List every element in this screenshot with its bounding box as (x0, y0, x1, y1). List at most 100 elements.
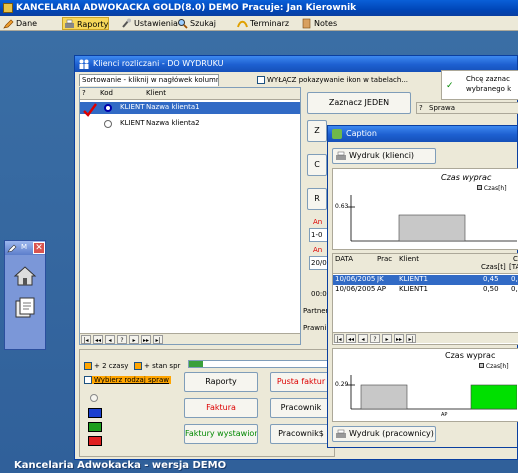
menu-raporty[interactable]: Raporty (62, 17, 110, 30)
nav-next-button[interactable]: ▸ (129, 335, 139, 344)
cell-klient: Nazwa klienta2 (146, 119, 200, 127)
option-stan-check[interactable] (134, 362, 142, 370)
zaznacz-jeden-button[interactable]: Zaznacz JEDEN (307, 92, 411, 114)
nav-nextpage-button[interactable]: ▸▸ (394, 334, 404, 343)
klienci-window-title: Klienci rozliczani - DO WYDRUKU (93, 59, 224, 68)
date-label-2: An (313, 246, 323, 254)
chart-2-xlabel: AP (441, 412, 448, 418)
table-navigator: |◂ ◂◂ ◂? ▸ ▸▸ ▸| (80, 333, 300, 344)
nav-help-button[interactable]: ? (370, 334, 380, 343)
faktura-button[interactable]: Faktura (184, 398, 258, 418)
nav-first-button[interactable]: |◂ (334, 334, 344, 343)
info-text-2: wybranego k (466, 85, 512, 93)
pencil-icon (7, 244, 17, 253)
nav-next-button[interactable]: ▸ (382, 334, 392, 343)
nav-last-button[interactable]: ▸| (406, 334, 416, 343)
magnifier-icon (178, 19, 188, 29)
nav-first-button[interactable]: |◂ (81, 335, 91, 344)
column-header-prac[interactable]: Prac (377, 254, 392, 265)
caption-app-icon (332, 129, 342, 139)
nav-prior-button[interactable]: ◂◂ (346, 334, 356, 343)
sprawa-label[interactable]: Sprawa (429, 103, 455, 114)
radio-option[interactable] (90, 394, 98, 402)
wybierz-spraw[interactable]: Wybierz rodzaj spraw (84, 376, 171, 384)
column-header-klient[interactable]: Klient (399, 254, 419, 265)
nav-prev-button[interactable]: ◂ (358, 334, 368, 343)
option-2-czasy[interactable]: + 2 czasy (84, 362, 128, 370)
home-icon[interactable] (13, 265, 37, 287)
wydruk-klienci-button[interactable]: Wydruk (klienci) (332, 148, 436, 164)
menu-ustawienia-label: Ustawienia (134, 19, 178, 28)
chart-2-legend: Czas[h] (479, 363, 509, 370)
menu-terminarz[interactable]: Terminarz (236, 17, 289, 30)
column-header-data[interactable]: DATA (335, 254, 353, 265)
table-row[interactable]: 10/06/2005 AP KLIENT1 0,50 0, (333, 285, 518, 295)
faktury-wystawione-button[interactable]: Faktury wystawione (184, 424, 258, 444)
date-field-1[interactable]: 1-0 (309, 228, 329, 242)
nav-prev-button[interactable]: ◂ (105, 335, 115, 344)
mini-panel: M ✕ (4, 240, 46, 350)
tab-sortowanie-label: Sortowanie - kliknij w nagłówek kolumny (82, 76, 219, 84)
nav-prior-button[interactable]: ◂◂ (93, 335, 103, 344)
blue-status-icon[interactable] (88, 408, 102, 418)
table-row[interactable]: KLIENT Nazwa klienta2 (80, 118, 300, 130)
info-box: ✓ Chcę zaznac wybranego k (441, 70, 518, 100)
faktura-label: Faktura (206, 403, 236, 412)
menu-notes-label: Notes (314, 19, 338, 28)
nav-help-button[interactable]: ? (117, 335, 127, 344)
nav-last-button[interactable]: ▸| (153, 335, 163, 344)
disable-icons-check[interactable] (257, 76, 265, 84)
c-button[interactable]: C (307, 154, 327, 176)
pracownik-label: Pracownik (280, 403, 322, 412)
zaznacz-button[interactable]: Z (307, 120, 327, 142)
pracownik-button[interactable]: Pracownik (270, 398, 332, 418)
raporty-button[interactable]: Raporty (184, 372, 258, 392)
app-title: KANCELARIA ADWOKACKA GOLD(8.0) DEMO Prac… (16, 3, 357, 13)
progress-bar (188, 360, 334, 368)
wydruk-pracownicy-button[interactable]: Wydruk (pracownicy) (332, 426, 436, 442)
close-button[interactable]: ✕ (33, 242, 45, 254)
chart-1-legend: Czas[h] (477, 185, 507, 192)
pusta-faktura-button[interactable]: Pusta faktur (270, 372, 332, 392)
menu-szukaj[interactable]: Szukaj (176, 17, 216, 30)
column-header-kod[interactable]: Kod (100, 88, 113, 99)
chart-2-title: Czas wyprac (445, 351, 496, 360)
red-status-icon[interactable] (88, 436, 102, 446)
c-button-label: C (314, 160, 320, 169)
chart-1: Czas wyprac Czas[h] 0.63 (332, 168, 518, 250)
date-field-2-value: 20/0 (311, 259, 327, 267)
notes-icon (302, 18, 311, 29)
menu-notes[interactable]: Notes (300, 17, 337, 30)
column-header-ta[interactable]: [TA] (509, 262, 518, 273)
app-titlebar: KANCELARIA ADWOKACKA GOLD(8.0) DEMO Prac… (0, 0, 518, 16)
r-button[interactable]: R (307, 188, 327, 210)
date-field-1-value: 1-0 (311, 231, 323, 239)
bottom-panel: + 2 czasy + stan spr Wybierz rodzaj spra… (79, 349, 335, 457)
option-stan[interactable]: + stan spr (134, 362, 180, 370)
documents-icon[interactable] (13, 297, 37, 319)
green-status-icon[interactable] (88, 422, 102, 432)
menu-ustawienia[interactable]: Ustawienia (120, 17, 178, 30)
sprawa-q: ? (419, 104, 423, 112)
menu-bar: Dane Raporty Ustawienia Szukaj Terminarz… (0, 16, 518, 31)
tab-sortowanie[interactable]: Sortowanie - kliknij w nagłówek kolumny (79, 74, 219, 86)
column-header-czas[interactable]: Czas[t] (481, 262, 506, 273)
chart-1-legend-label: Czas[h] (483, 185, 507, 192)
wybierz-check[interactable] (84, 376, 92, 384)
mini-panel-titlebar: M ✕ (5, 241, 45, 255)
nav-nextpage-button[interactable]: ▸▸ (141, 335, 151, 344)
close-icon: ✕ (35, 243, 43, 253)
wydruk-pracownicy-label: Wydruk (pracownicy) (349, 429, 434, 438)
menu-dane[interactable]: Dane (2, 17, 37, 30)
radio-selected[interactable] (104, 104, 112, 112)
disable-icons-checkbox[interactable]: WYŁĄCZ pokazywanie ikon w tabelach... (257, 74, 417, 86)
option-2-czasy-check[interactable] (84, 362, 92, 370)
radio-unselected[interactable] (104, 120, 112, 128)
date-field-2[interactable]: 20/0 (309, 256, 329, 270)
column-header-q[interactable]: ? (82, 88, 86, 99)
chart-1-bar (398, 214, 466, 242)
pracownik-s-button[interactable]: Pracownik$ (270, 424, 332, 444)
caption-window: Caption Wydruk (klienci) Czas wyprac Cza… (327, 125, 518, 448)
table-row[interactable]: KLIENT Nazwa klienta1 (80, 102, 300, 117)
column-header-klient[interactable]: Klient (146, 88, 166, 99)
